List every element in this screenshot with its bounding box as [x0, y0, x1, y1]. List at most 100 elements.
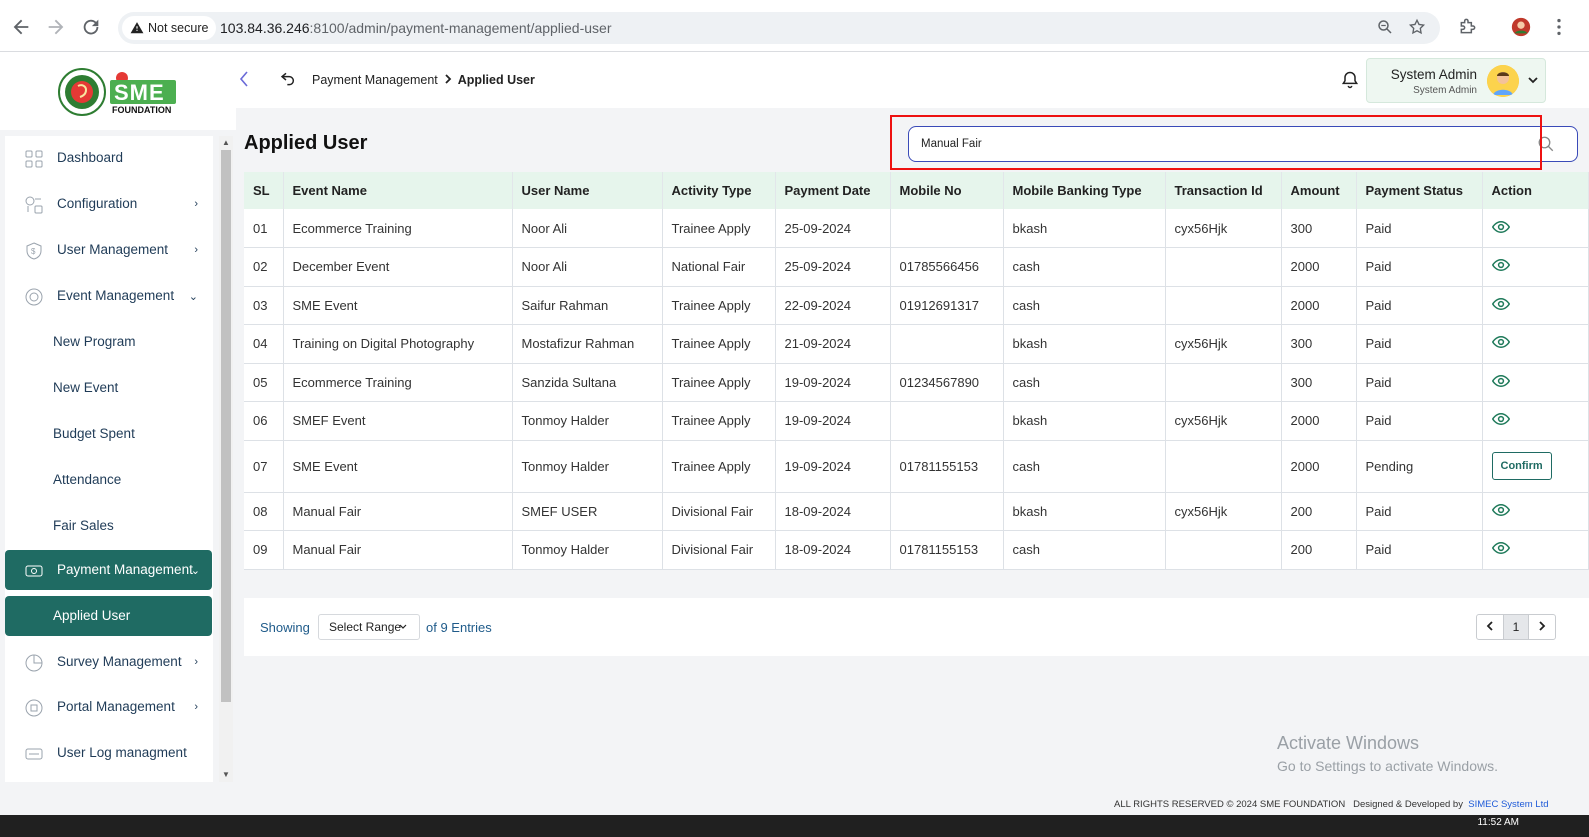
sidebar-item-user-log[interactable]: User Log managment [5, 733, 212, 773]
cell-action: Confirm [1482, 440, 1589, 493]
cell-txn [1165, 363, 1282, 402]
scrollbar-thumb[interactable] [221, 150, 231, 702]
column-header: Activity Type [662, 172, 776, 209]
bookmark-star-icon[interactable] [1408, 18, 1428, 38]
cell-banking: bkash [1003, 401, 1166, 441]
cell-txn: cyx56Hjk [1165, 492, 1282, 531]
sidebar-item-label: Portal Management [57, 699, 175, 714]
sidebar-item-attendance[interactable]: Attendance [5, 460, 212, 500]
confirm-button[interactable]: Confirm [1491, 452, 1552, 480]
sidebar-item-label: Survey Management [57, 654, 182, 669]
reload-icon[interactable] [80, 16, 102, 38]
forward-arrow-icon[interactable] [45, 16, 67, 38]
view-eye-icon[interactable] [1491, 259, 1510, 277]
chevron-right-icon: › [194, 701, 198, 713]
sidebar-item-fair-sales[interactable]: Fair Sales [5, 506, 212, 546]
cell-amount: 200 [1281, 492, 1357, 531]
user-log-icon [25, 745, 43, 763]
cell-action [1482, 209, 1589, 248]
cell-sl: 04 [244, 324, 284, 364]
sidebar: Dashboard Configuration › $ User Managem… [5, 136, 213, 782]
pagination-bar: Showing Select Range of 9 Entries 1 [244, 598, 1589, 656]
cell-event: Ecommerce Training [283, 209, 513, 248]
url-text[interactable]: 103.84.36.246:8100/admin/payment-managem… [220, 12, 612, 44]
table-row: 05 Ecommerce Training Sanzida Sultana Train… [244, 363, 1589, 402]
entries-label: of 9 Entries [426, 620, 492, 635]
cell-user: Saifur Rahman [512, 286, 663, 325]
search-icon[interactable] [1537, 135, 1555, 153]
extensions-icon[interactable] [1458, 16, 1480, 38]
view-eye-icon[interactable] [1491, 374, 1510, 393]
sidebar-item-label: Configuration [57, 196, 138, 211]
sidebar-item-portal-management[interactable]: Portal Management › [5, 687, 212, 727]
cell-mobile: 01781155153 [890, 440, 1004, 493]
view-eye-icon[interactable] [1491, 220, 1510, 239]
view-eye-icon[interactable] [1491, 503, 1510, 522]
prev-page-icon[interactable] [1477, 615, 1503, 639]
view-eye-icon[interactable] [1491, 542, 1510, 560]
sidebar-item-label: New Program [53, 334, 136, 349]
scroll-down-arrow-icon[interactable]: ▼ [222, 770, 230, 779]
cell-action [1482, 492, 1589, 531]
view-eye-icon[interactable] [1491, 336, 1510, 354]
undo-back-icon[interactable] [280, 70, 296, 86]
cell-sl: 08 [244, 492, 284, 531]
browser-menu-icon[interactable] [1548, 16, 1570, 38]
next-page-icon[interactable] [1529, 615, 1555, 639]
table-row: 08 Manual Fair SMEF USER Divisional Fair 18-… [244, 492, 1589, 531]
cell-event: Ecommerce Training [283, 363, 513, 402]
cell-activity: Trainee Apply [662, 209, 776, 248]
sidebar-item-event-management[interactable]: Event Management ⌄ [5, 276, 212, 316]
view-eye-icon[interactable] [1491, 413, 1510, 431]
cell-banking: bkash [1003, 492, 1166, 531]
sidebar-item-user-management[interactable]: $ User Management › [5, 230, 212, 270]
search-input[interactable] [921, 127, 1521, 160]
security-indicator[interactable]: Not secure [122, 16, 217, 40]
developer-link[interactable]: SIMEC System Ltd [1468, 799, 1548, 810]
chevron-down-icon[interactable] [1527, 73, 1539, 85]
sidebar-item-dashboard[interactable]: Dashboard [5, 138, 212, 178]
cell-banking: cash [1003, 530, 1166, 570]
sidebar-item-applied-user[interactable]: Applied User [5, 596, 212, 636]
cell-mobile: 01234567890 [890, 363, 1004, 402]
svg-text:$: $ [31, 247, 36, 256]
breadcrumb-parent[interactable]: Payment Management [312, 73, 438, 87]
cell-activity: Trainee Apply [662, 324, 776, 364]
search-box[interactable] [908, 126, 1578, 162]
profile-avatar-icon[interactable] [1510, 16, 1532, 38]
sidebar-item-budget-spent[interactable]: Budget Spent [5, 414, 212, 454]
back-arrow-icon[interactable] [10, 16, 32, 38]
sme-foundation-logo[interactable]: SME FOUNDATION [58, 68, 178, 116]
sidebar-item-new-program[interactable]: New Program [5, 322, 212, 362]
sidebar-item-configuration[interactable]: Configuration › [5, 184, 212, 224]
sidebar-scrollbar[interactable]: ▲ ▼ [219, 136, 233, 782]
view-eye-icon[interactable] [1491, 297, 1510, 316]
cell-status: Paid [1356, 363, 1483, 402]
cell-banking: cash [1003, 440, 1166, 493]
scroll-up-arrow-icon[interactable]: ▲ [222, 138, 230, 147]
sidebar-collapse-chevron-icon[interactable] [238, 70, 250, 93]
breadcrumb: Payment Management Applied User [312, 73, 535, 87]
range-select[interactable]: Select Range [318, 614, 420, 640]
sidebar-item-survey-management[interactable]: Survey Management › [5, 642, 212, 682]
table-row: 07 SME Event Tonmoy Halder Trainee Apply 19-… [244, 440, 1589, 493]
sidebar-item-new-event[interactable]: New Event [5, 368, 212, 408]
cell-date: 19-09-2024 [775, 363, 891, 402]
cell-banking: cash [1003, 286, 1166, 325]
cell-action [1482, 530, 1589, 570]
cell-user: SMEF USER [512, 492, 663, 531]
address-bar[interactable]: Not secure 103.84.36.246:8100/admin/paym… [118, 12, 1440, 44]
sidebar-item-payment-management[interactable]: Payment Management ⌄ [5, 550, 212, 590]
cell-status: Pending [1356, 440, 1483, 493]
cell-txn: cyx56Hjk [1165, 209, 1282, 248]
survey-pie-icon [25, 654, 43, 672]
table-row: 04 Training on Digital Photography Mostafi… [244, 324, 1589, 364]
cell-amount: 300 [1281, 363, 1357, 402]
user-menu[interactable]: System Admin System Admin [1366, 58, 1546, 103]
cell-action [1482, 363, 1589, 402]
notification-bell-icon[interactable] [1340, 70, 1360, 90]
user-role: System Admin [1413, 85, 1477, 96]
zoom-icon[interactable] [1376, 18, 1396, 38]
chevron-right-icon: › [194, 656, 198, 668]
page-number[interactable]: 1 [1503, 615, 1529, 639]
